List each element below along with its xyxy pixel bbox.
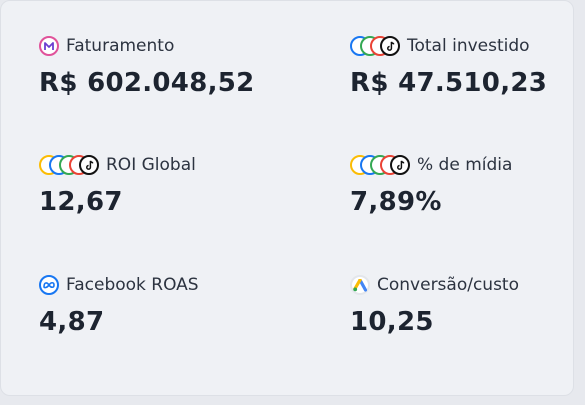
metric-facebook-roas: Facebook ROAS 4,87 bbox=[39, 273, 279, 337]
metric-conversao-custo: Conversão/custo 10,25 bbox=[350, 273, 585, 337]
tiktok-icon bbox=[390, 155, 410, 175]
tiktok-icon bbox=[79, 155, 99, 175]
metric-value: 10,25 bbox=[350, 307, 434, 337]
meta-icon bbox=[39, 275, 59, 295]
metric-label: Faturamento bbox=[66, 36, 175, 56]
metric-value: R$ 602.048,52 bbox=[39, 68, 255, 98]
metric-total-investido: Total investido R$ 47.510,23 bbox=[350, 34, 585, 98]
metric-label: Total investido bbox=[407, 36, 530, 56]
google-ads-icon bbox=[350, 275, 370, 295]
metric-label: % de mídia bbox=[417, 155, 513, 175]
metric-value: 4,87 bbox=[39, 307, 105, 337]
metric-roi-global: ROI Global 12,67 bbox=[39, 153, 279, 217]
metric-value: R$ 47.510,23 bbox=[350, 68, 548, 98]
tiktok-icon bbox=[380, 36, 400, 56]
metric-label: Facebook ROAS bbox=[66, 275, 199, 295]
channels-stack-icon bbox=[39, 155, 99, 175]
metric-value: 12,67 bbox=[39, 187, 123, 217]
channels-stack-icon bbox=[350, 155, 410, 175]
metric-label: ROI Global bbox=[106, 155, 196, 175]
metric-label: Conversão/custo bbox=[377, 275, 520, 295]
metric-faturamento: Faturamento R$ 602.048,52 bbox=[39, 34, 279, 98]
metrics-card: Faturamento R$ 602.048,52 Total investid… bbox=[0, 0, 574, 396]
metric-value: 7,89% bbox=[350, 187, 442, 217]
brand-m-icon bbox=[39, 36, 59, 56]
channels-stack-icon bbox=[350, 36, 400, 56]
metric-percent-midia: % de mídia 7,89% bbox=[350, 153, 585, 217]
